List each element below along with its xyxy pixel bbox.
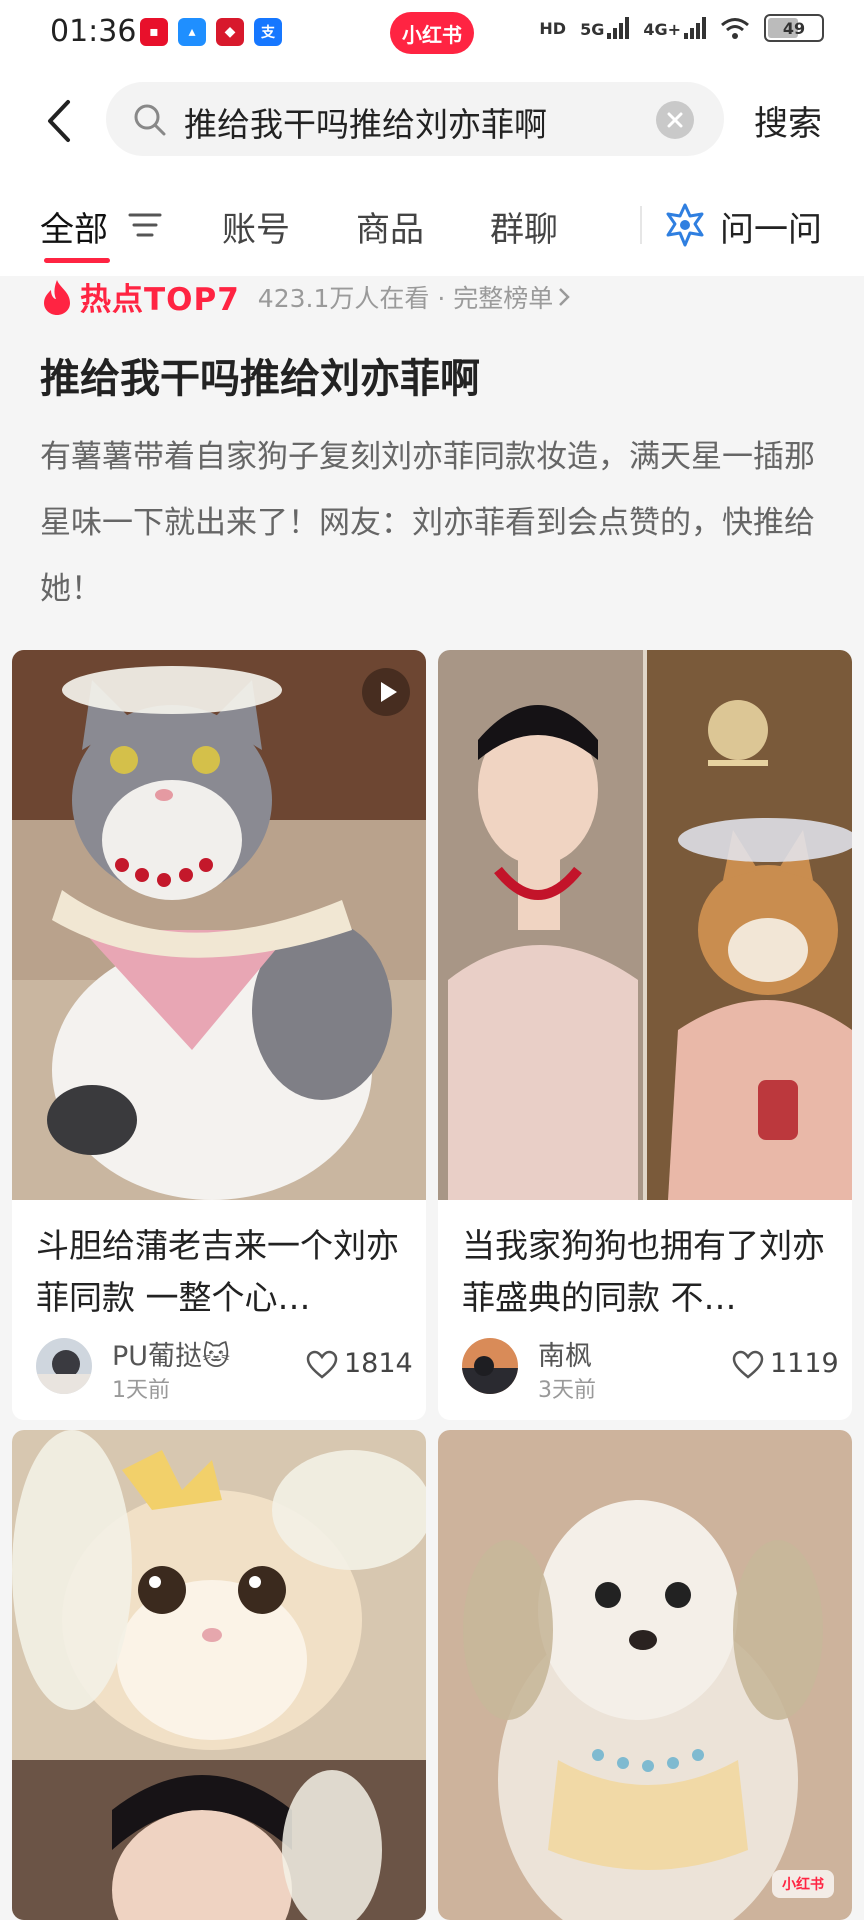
filter-icon[interactable] (128, 210, 162, 240)
avatar[interactable] (36, 1338, 92, 1394)
author-name[interactable]: PU葡挞🐱 (112, 1334, 230, 1373)
tab-accounts[interactable]: 账号 (222, 202, 290, 251)
app-watermark: 小红书 (772, 1870, 834, 1898)
post-time: 1天前 (112, 1378, 170, 1403)
tab-products[interactable]: 商品 (356, 202, 424, 251)
status-time: 01:36 (50, 14, 137, 49)
note-card[interactable]: 斗胆给蒲老吉来一个刘亦菲同款 一整个心… PU葡挞🐱 1天前 1814 (12, 650, 426, 1420)
avatar[interactable] (462, 1338, 518, 1394)
system-indicators: HD 5G 4G+ 49 (539, 14, 824, 42)
battery-level: 49 (782, 18, 806, 38)
note-card[interactable]: 当我家狗狗也拥有了刘亦菲盛典的同款 不… 南枫 3天前 1119 (438, 650, 852, 1420)
topic-title: 推给我干吗推给刘亦菲啊 (40, 356, 480, 402)
tab-divider (640, 206, 642, 244)
back-arrow-icon[interactable] (40, 96, 80, 146)
note-title[interactable]: 当我家狗狗也拥有了刘亦菲盛典的同款 不… (462, 1220, 832, 1324)
notification-icons: ▪ ▴ ◆ 支 (140, 18, 282, 46)
network-label: 5G (580, 20, 605, 39)
chevron-right-icon (559, 287, 570, 306)
search-icon (134, 104, 166, 136)
ask-icon[interactable] (662, 202, 708, 248)
tab-all[interactable]: 全部 (40, 202, 108, 251)
dog-photo[interactable]: 小红书 (438, 1430, 852, 1920)
fire-icon (44, 279, 70, 315)
active-tab-indicator (44, 258, 110, 263)
note-card[interactable] (12, 1430, 426, 1920)
topic-description: 有薯薯带着自家狗子复刻刘亦菲同款妆造，满天星一插那星味一下就出来了！网友：刘亦菲… (40, 439, 815, 607)
hot-topic-header[interactable]: 热点TOP7 423.1万人在看 · 完整榜单 (40, 274, 571, 319)
note-title[interactable]: 斗胆给蒲老吉来一个刘亦菲同款 一整个心… (36, 1220, 406, 1324)
battery-icon: 49 (764, 14, 824, 42)
video-icon (362, 668, 410, 716)
tab-group-chats[interactable]: 群聊 (490, 202, 558, 251)
search-button[interactable]: 搜索 (754, 96, 822, 145)
like-count: 1814 (344, 1348, 413, 1379)
ask-button[interactable]: 问一问 (720, 202, 822, 251)
signal-icon (684, 17, 706, 39)
heart-icon[interactable] (306, 1350, 338, 1380)
app-notification-icon: ▴ (178, 18, 206, 46)
search-bar[interactable]: 推给我干吗推给刘亦菲啊 (106, 82, 724, 156)
status-bar: 01:36 ▪ ▴ ◆ 支 小红书 HD 5G 4G+ 49 (0, 0, 864, 70)
cat-photo[interactable] (12, 1430, 426, 1920)
cat-photo[interactable] (12, 650, 426, 1200)
post-time: 3天前 (538, 1378, 596, 1403)
app-badge: 小红书 (390, 12, 474, 54)
app-notification-icon: ▪ (140, 18, 168, 46)
hd-indicator: HD (539, 18, 567, 38)
hot-viewers-link[interactable]: 423.1万人在看 · 完整榜单 (258, 279, 553, 315)
search-input[interactable]: 推给我干吗推给刘亦菲啊 (184, 98, 547, 146)
top-panel: 01:36 ▪ ▴ ◆ 支 小红书 HD 5G 4G+ 49 推给我干吗推给刘亦… (0, 0, 864, 276)
heart-icon[interactable] (732, 1350, 764, 1380)
app-notification-icon: ◆ (216, 18, 244, 46)
author-name[interactable]: 南枫 (538, 1334, 592, 1373)
network-label: 4G+ (643, 20, 681, 39)
hot-rank-label: 热点TOP7 (80, 282, 240, 318)
clear-icon[interactable] (656, 101, 694, 139)
signal-icon (607, 17, 630, 39)
note-card[interactable]: 小红书 (438, 1430, 852, 1920)
dog-photo[interactable] (438, 650, 852, 1200)
like-count: 1119 (770, 1348, 839, 1379)
wifi-icon (721, 18, 749, 39)
alipay-icon: 支 (254, 18, 282, 46)
